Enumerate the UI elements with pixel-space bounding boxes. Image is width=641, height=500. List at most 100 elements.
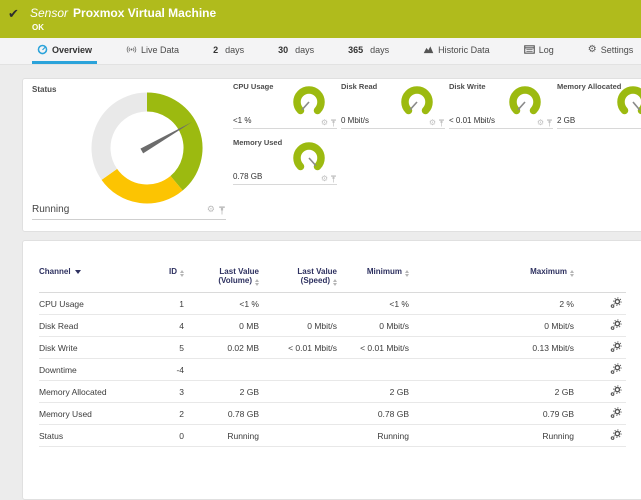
channel-name: CPU Usage [39, 293, 154, 315]
edit-channel-gears-icon[interactable] [610, 297, 622, 309]
status-gauge-title: Status [32, 85, 56, 94]
gauge-label: Disk Write [449, 82, 486, 91]
gauge-settings-gear-icon[interactable]: ⚙ [537, 119, 544, 127]
edit-channel-gears-icon[interactable] [610, 407, 622, 419]
gauge-pin-icon[interactable] [438, 119, 445, 127]
column-label: (Volume) [218, 276, 252, 285]
tab-log[interactable]: Log [519, 38, 559, 64]
maximum-value: 2 GB [409, 381, 574, 403]
edit-channel-gears-icon[interactable] [610, 385, 622, 397]
gauge-value: <1 % [233, 116, 251, 125]
table-row-disk-read: Disk Read 4 0 MB 0 Mbit/s 0 Mbit/s 0 Mbi… [39, 315, 626, 337]
channel-name: Memory Used [39, 403, 154, 425]
column-header-minimum[interactable]: Minimum [337, 267, 409, 293]
channel-id: -4 [154, 359, 184, 381]
status-ok-check-icon: ✔ [8, 8, 19, 21]
channel-name: Memory Allocated [39, 381, 154, 403]
column-label: Minimum [367, 267, 402, 276]
gauge-cell-disk-write: Disk Write < 0.01 Mbit/s ⚙ [449, 81, 553, 129]
tab-365-days[interactable]: 365 days [343, 38, 394, 64]
gauge-dial [613, 86, 641, 120]
last-value-volume: 0 MB [184, 315, 259, 337]
column-header-last-value-volume[interactable]: Last Value (Volume) [184, 267, 259, 293]
gauge-settings-gear-icon[interactable]: ⚙ [321, 119, 328, 127]
object-kind-label: Sensor [30, 6, 68, 20]
chart-icon [423, 44, 434, 55]
column-label: ID [169, 267, 177, 276]
tab-label: days [225, 45, 244, 55]
last-value-volume: <1 % [184, 293, 259, 315]
edit-channel-gears-icon[interactable] [610, 319, 622, 331]
gauge-cell-cpu-usage: CPU Usage <1 % ⚙ [233, 81, 337, 129]
last-value-volume: 0.78 GB [184, 403, 259, 425]
tab-label: Log [539, 45, 554, 55]
column-header-id[interactable]: ID [154, 267, 184, 293]
sort-icon [333, 279, 337, 286]
gauge-settings-gear-icon[interactable]: ⚙ [321, 175, 328, 183]
tab-overview[interactable]: Overview [32, 38, 97, 64]
gauge-settings-gear-icon[interactable]: ⚙ [429, 119, 436, 127]
channel-name: Disk Write [39, 337, 154, 359]
gauge-value: < 0.01 Mbit/s [449, 116, 495, 125]
gauge-pin-icon[interactable] [330, 119, 337, 127]
channel-id: 1 [154, 293, 184, 315]
column-header-last-value-speed[interactable]: Last Value (Speed) [259, 267, 337, 293]
gauge-label: CPU Usage [233, 82, 273, 91]
minimum-value: Running [337, 425, 409, 447]
status-badge: OK [32, 23, 44, 32]
gauge-pin-icon[interactable] [218, 206, 226, 215]
column-label: Channel [39, 267, 71, 276]
minimum-value: <1 % [337, 293, 409, 315]
status-gauge-footer: Running ⚙ [32, 204, 226, 220]
last-value-speed [259, 403, 337, 425]
channel-id: 2 [154, 403, 184, 425]
tab-settings[interactable]: ⚙ Settings [583, 38, 639, 64]
tab-number: 365 [348, 45, 363, 55]
last-value-speed [259, 359, 337, 381]
channel-id: 3 [154, 381, 184, 403]
gauge-settings-gear-icon[interactable]: ⚙ [207, 206, 215, 215]
edit-channel-gears-icon[interactable] [610, 363, 622, 375]
tab-2-days[interactable]: 2 days [208, 38, 249, 64]
table-row-memory-used: Memory Used 2 0.78 GB 0.78 GB 0.79 GB [39, 403, 626, 425]
channel-id: 5 [154, 337, 184, 359]
gauge-value: 0.78 GB [233, 172, 262, 181]
last-value-volume: Running [184, 425, 259, 447]
tab-historic-data[interactable]: Historic Data [418, 38, 495, 64]
channel-id: 0 [154, 425, 184, 447]
tab-label: Live Data [141, 45, 179, 55]
tab-30-days[interactable]: 30 days [273, 38, 319, 64]
minimum-value: < 0.01 Mbit/s [337, 337, 409, 359]
last-value-volume: 2 GB [184, 381, 259, 403]
sensor-header: ✔ SensorProxmox Virtual Machine OK [0, 0, 641, 38]
channel-table: Channel ID Last Value (Volume) Last Valu… [39, 267, 626, 447]
tab-label: days [295, 45, 314, 55]
gauge-label: Memory Used [233, 138, 282, 147]
channel-name: Disk Read [39, 315, 154, 337]
tab-label: Settings [601, 45, 634, 55]
maximum-value: Running [409, 425, 574, 447]
sort-icon [405, 270, 409, 277]
status-gauge-dial [91, 92, 203, 204]
maximum-value: 0.79 GB [409, 403, 574, 425]
gauge-value: 2 GB [557, 116, 575, 125]
column-header-maximum[interactable]: Maximum [409, 267, 574, 293]
minimum-value: 2 GB [337, 381, 409, 403]
maximum-value: 2 % [409, 293, 574, 315]
log-icon [524, 44, 535, 55]
last-value-speed: 0 Mbit/s [259, 315, 337, 337]
gauge-pin-icon[interactable] [330, 175, 337, 183]
last-value-speed: < 0.01 Mbit/s [259, 337, 337, 359]
gauge-cell-memory-allocated: Memory Allocated 2 GB ⚙ [557, 81, 641, 129]
gauge-cell-disk-read: Disk Read 0 Mbit/s ⚙ [341, 81, 445, 129]
edit-channel-gears-icon[interactable] [610, 429, 622, 441]
gauge-dial [397, 86, 437, 120]
tab-live-data[interactable]: Live Data [121, 38, 184, 64]
gauge-label: Memory Allocated [557, 82, 621, 91]
gauge-pin-icon[interactable] [546, 119, 553, 127]
edit-channel-gears-icon[interactable] [610, 341, 622, 353]
channel-name: Downtime [39, 359, 154, 381]
overview-gauges-panel: Status Running ⚙ CPU Usage <1 % ⚙ Disk R… [22, 78, 641, 232]
tab-bar: Overview Live Data 2 days 30 days 365 da… [0, 38, 641, 65]
column-header-channel[interactable]: Channel [39, 267, 154, 293]
